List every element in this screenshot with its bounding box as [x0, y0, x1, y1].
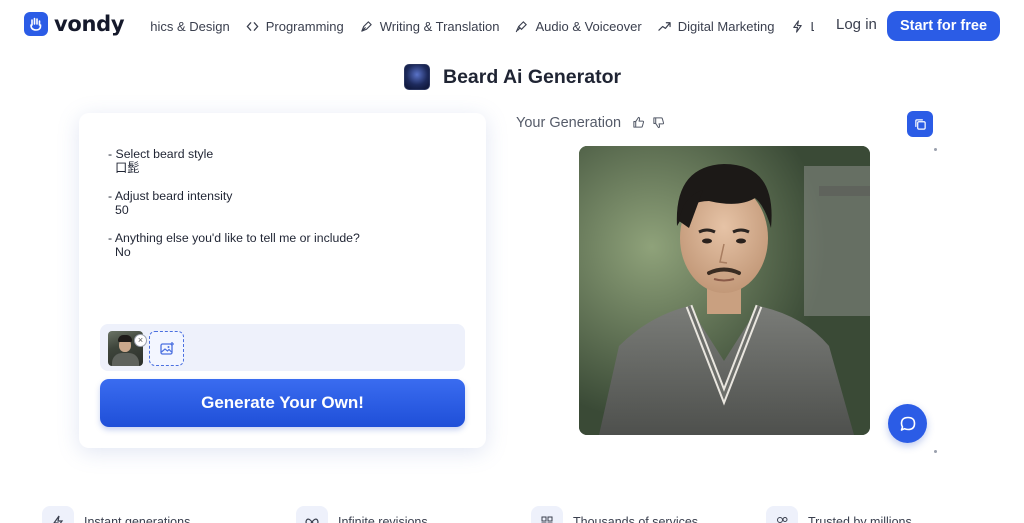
prompt-label: - Anything else you'd like to tell me or… [108, 231, 360, 245]
prompt-label: - Adjust beard intensity [108, 189, 233, 203]
brand-name: vondy [54, 12, 125, 36]
scroll-indicator-top [934, 148, 937, 151]
prompt-beard-intensity: - Adjust beard intensity 50 [108, 189, 232, 217]
nav-item-programming[interactable]: Programming [246, 19, 344, 34]
feature-label: Infinite revisions [338, 515, 428, 523]
generator-thumbnail [404, 64, 430, 90]
nav-item-digital-marketing[interactable]: Digital Marketing [658, 19, 775, 34]
generated-portrait-image[interactable] [579, 146, 870, 435]
nav-item-label: phics & Design [150, 18, 230, 34]
feature-label: Thousands of services [573, 515, 699, 523]
copy-icon [914, 118, 926, 130]
nav-item-label: Digital Marketing [677, 18, 775, 34]
portrait-illustration [579, 146, 870, 435]
vondy-logo[interactable]: vondy [24, 12, 125, 36]
top-navigation: vondy phics & Design Programming Writing… [0, 0, 1024, 52]
microphone-icon [516, 20, 528, 32]
nav-item-label: Writing & Translation [379, 18, 500, 34]
nav-item-label: Audio & Voiceover [535, 18, 642, 34]
prompt-anything-else: - Anything else you'd like to tell me or… [108, 231, 360, 259]
infinity-icon [296, 506, 328, 523]
grid-icon [531, 506, 563, 523]
feature-label: Trusted by millions [808, 515, 912, 523]
trend-up-icon [658, 21, 671, 31]
image-add-icon [159, 341, 174, 355]
nav-item-writing-translation[interactable]: Writing & Translation [360, 18, 500, 34]
generate-button[interactable]: Generate Your Own! [100, 379, 465, 427]
thumbs-up-icon[interactable] [632, 116, 645, 129]
feature-trusted-by-millions: Trusted by millions [766, 506, 912, 523]
prompt-label: - Select beard style [108, 147, 214, 161]
prompt-beard-style: - Select beard style 口髭 [108, 147, 213, 175]
page-header: Beard Ai Generator [404, 64, 621, 90]
image-upload-bar: × [100, 324, 465, 371]
nav-item-label: L [811, 19, 814, 34]
chat-bubble-icon [900, 416, 915, 431]
remove-image-button[interactable]: × [134, 334, 147, 347]
pen-nib-icon [361, 20, 372, 32]
prompt-value: No [115, 245, 131, 259]
nav-item-audio-voiceover[interactable]: Audio & Voiceover [515, 18, 642, 34]
prompt-form-card: - Select beard style 口髭 - Adjust beard i… [79, 113, 486, 448]
prompt-value: 口髭 [115, 161, 140, 175]
page-title: Beard Ai Generator [443, 65, 622, 88]
your-generation-label: Your Generation [516, 115, 622, 131]
bolt-icon [42, 506, 74, 523]
nav-item-label: Programming [265, 18, 344, 34]
thumbs-down-icon[interactable] [652, 116, 665, 129]
chat-button[interactable] [888, 404, 927, 443]
feature-label: Instant generations [84, 515, 191, 523]
users-icon [766, 506, 798, 523]
code-icon [246, 21, 259, 31]
add-image-button[interactable] [149, 331, 184, 366]
nav-item-truncated[interactable]: L [791, 19, 814, 34]
hand-wave-icon [24, 12, 48, 36]
copy-button[interactable] [907, 111, 933, 137]
prompt-value: 50 [115, 203, 129, 217]
nav-item-graphics-design[interactable]: phics & Design [150, 19, 230, 34]
start-for-free-button[interactable]: Start for free [887, 11, 1000, 41]
feature-thousands-of-services: Thousands of services [531, 506, 698, 523]
bolt-icon [792, 19, 802, 33]
feature-infinite-revisions: Infinite revisions [296, 506, 428, 523]
scroll-indicator-bottom [934, 450, 937, 453]
feature-instant-generations: Instant generations [42, 506, 190, 523]
category-menu: phics & Design Programming Writing & Tra… [150, 0, 814, 52]
login-link[interactable]: Log in [836, 16, 877, 33]
